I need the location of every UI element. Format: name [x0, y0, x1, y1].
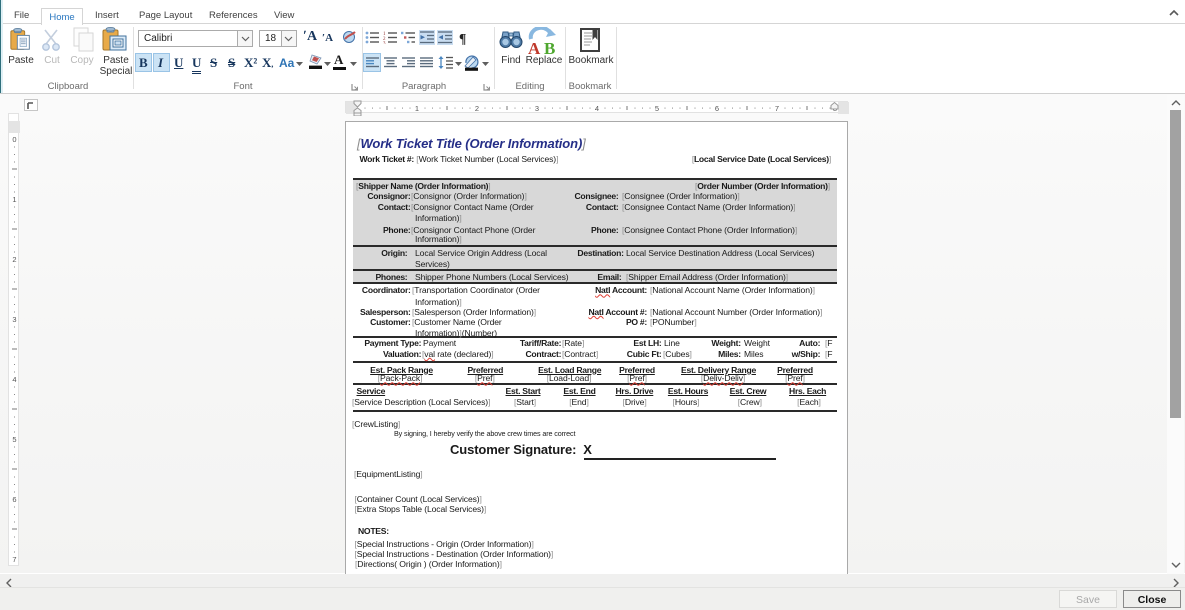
- svg-text:A: A: [528, 39, 541, 55]
- svg-text:4: 4: [12, 375, 16, 384]
- svg-text:0: 0: [12, 135, 16, 144]
- svg-text:5: 5: [12, 435, 16, 444]
- svg-text:1: 1: [415, 104, 419, 113]
- svg-text:3: 3: [383, 42, 386, 45]
- svg-text:2: 2: [475, 104, 479, 113]
- svg-text:1: 1: [12, 195, 16, 204]
- svg-text:4: 4: [595, 104, 599, 113]
- svg-text:5: 5: [655, 104, 659, 113]
- svg-text:7: 7: [12, 555, 16, 564]
- svg-text:3: 3: [12, 315, 16, 324]
- svg-text:3: 3: [535, 104, 539, 113]
- svg-text:2: 2: [12, 255, 16, 264]
- svg-text:6: 6: [12, 495, 16, 504]
- svg-text:7: 7: [775, 104, 779, 113]
- svg-text:6: 6: [715, 104, 719, 113]
- svg-text:B: B: [544, 39, 555, 55]
